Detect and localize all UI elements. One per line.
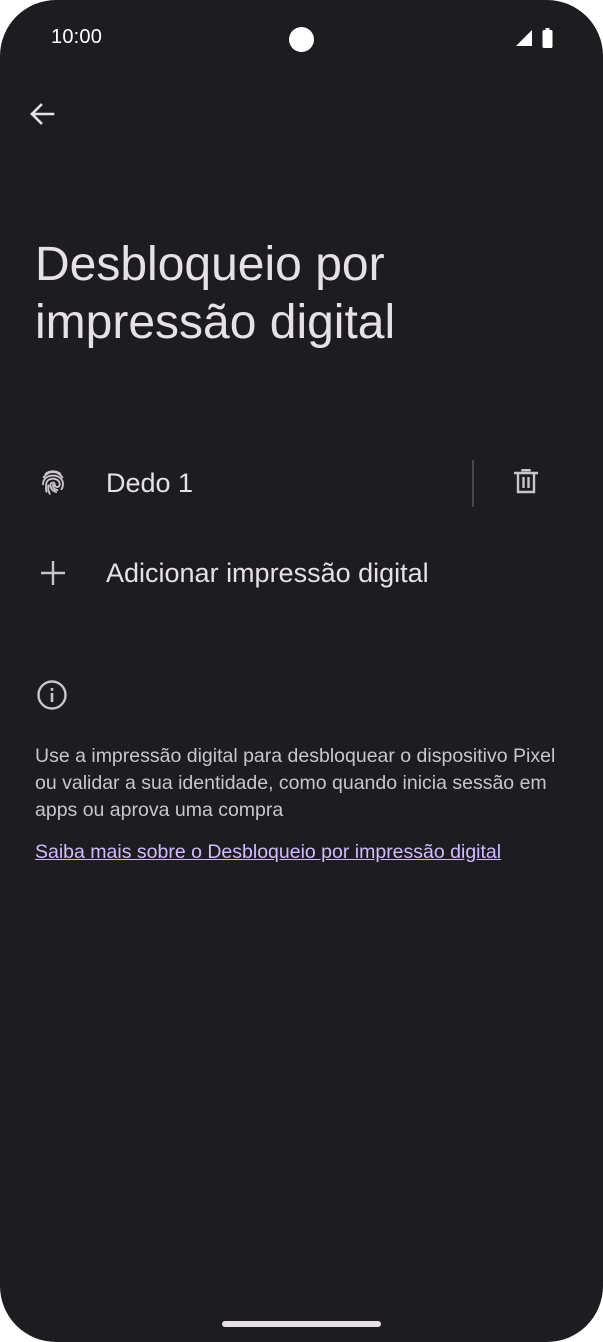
- status-time: 10:00: [51, 26, 103, 48]
- trash-icon: [513, 468, 539, 499]
- add-fingerprint-label: Adicionar impressão digital: [106, 557, 429, 588]
- battery-icon: [542, 28, 553, 48]
- plus-icon: [36, 556, 70, 590]
- status-icons: [514, 28, 553, 48]
- fingerprint-icon: [36, 466, 70, 500]
- info-description: Use a impressão digital para desbloquear…: [35, 745, 556, 821]
- fingerprint-label: Dedo 1: [106, 467, 194, 498]
- page-title: Desbloqueio por impressão digital: [35, 238, 396, 349]
- add-fingerprint-button[interactable]: Adicionar impressão digital: [0, 542, 603, 604]
- signal-icon: [514, 28, 534, 48]
- row-divider: [472, 460, 474, 507]
- phone-screen: 10:00 Desbloqueio por impressão digital: [0, 0, 603, 1342]
- delete-fingerprint-button[interactable]: [505, 462, 547, 504]
- arrow-back-icon: [29, 101, 55, 132]
- camera-cutout: [289, 27, 314, 52]
- home-indicator[interactable]: [222, 1321, 381, 1327]
- back-button[interactable]: [22, 96, 62, 136]
- info-icon: [36, 679, 68, 711]
- learn-more-link[interactable]: Saiba mais sobre o Desbloqueio por impre…: [35, 839, 501, 866]
